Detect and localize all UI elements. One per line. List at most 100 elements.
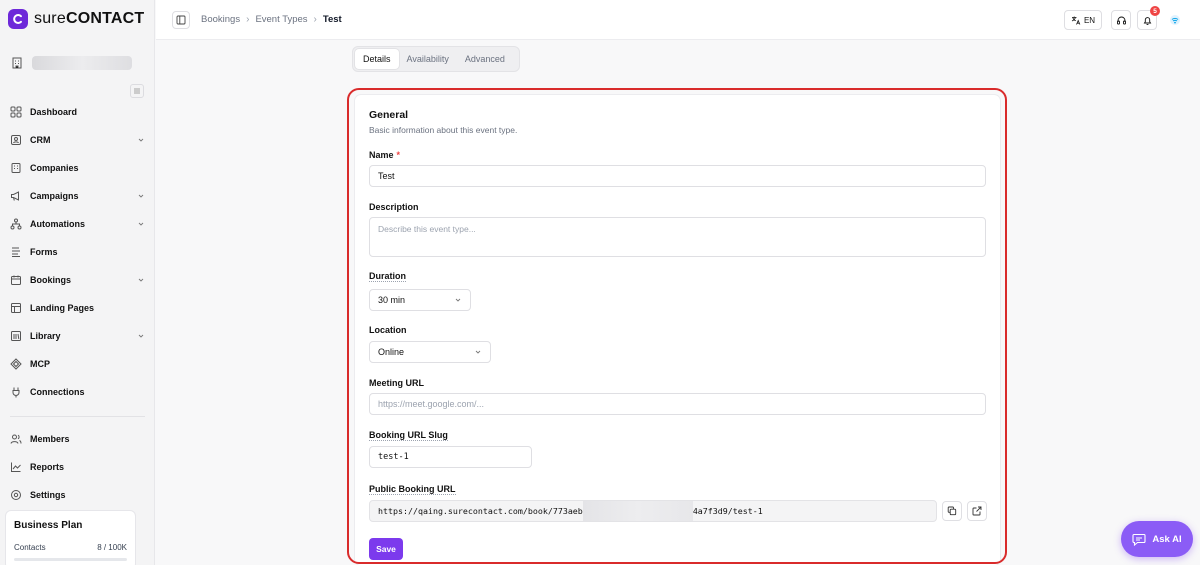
plug-icon <box>10 386 22 398</box>
event-type-tabs: Details Availability Advanced <box>352 46 520 72</box>
sidebar-collapse-button[interactable] <box>130 84 144 98</box>
sidebar-item-label: Reports <box>30 462 65 472</box>
description-textarea[interactable]: Describe this event type... <box>369 217 986 257</box>
meeting-url-label: Meeting URL <box>369 378 424 388</box>
sidebar-item-label: MCP <box>30 359 50 369</box>
workflow-icon <box>10 218 22 230</box>
chevron-down-icon <box>137 220 145 228</box>
brand-logo[interactable]: sureCONTACT <box>8 9 144 29</box>
tab-availability[interactable]: Availability <box>399 49 457 69</box>
library-icon <box>10 330 22 342</box>
tab-details[interactable]: Details <box>355 49 399 69</box>
user-avatar[interactable] <box>1167 12 1183 28</box>
chevron-down-icon <box>474 348 482 356</box>
calendar-icon <box>10 274 22 286</box>
contact-card-icon <box>10 134 22 146</box>
chevron-down-icon <box>137 276 145 284</box>
sidebar-item-label: Members <box>30 434 70 444</box>
public-booking-url-field: https://qaing.surecontact.com/book/773ae… <box>369 500 937 522</box>
required-marker: * <box>396 150 401 160</box>
sidebar-item-landing-pages[interactable]: Landing Pages <box>0 294 155 322</box>
chat-bubble-icon <box>1132 533 1146 546</box>
support-button[interactable] <box>1111 10 1131 30</box>
copy-icon <box>947 506 957 516</box>
sidebar-item-connections[interactable]: Connections <box>0 378 155 406</box>
meeting-url-input[interactable]: https://meet.google.com/... <box>369 393 986 415</box>
gear-icon <box>10 489 22 501</box>
duration-label: Duration <box>369 271 406 282</box>
chevron-right-icon: › <box>246 14 250 25</box>
open-url-button[interactable] <box>967 501 987 521</box>
workspace-switcher[interactable] <box>10 50 146 76</box>
breadcrumb-event-types[interactable]: Event Types <box>255 14 307 25</box>
sidebar-item-reports[interactable]: Reports <box>0 453 155 481</box>
sidebar-item-dashboard[interactable]: Dashboard <box>0 98 155 126</box>
sidebar-item-library[interactable]: Library <box>0 322 155 350</box>
building-icon <box>10 162 22 174</box>
chevron-down-icon <box>454 296 462 304</box>
ask-ai-label: Ask AI <box>1152 533 1182 545</box>
plan-contacts-label: Contacts <box>14 543 46 552</box>
sidebar-item-mcp[interactable]: MCP <box>0 350 155 378</box>
sidebar-item-crm[interactable]: CRM <box>0 126 155 154</box>
sidebar-item-companies[interactable]: Companies <box>0 154 155 182</box>
toggle-sidebar-button[interactable] <box>172 11 190 29</box>
tab-advanced[interactable]: Advanced <box>457 49 513 69</box>
building-icon <box>10 56 24 70</box>
sidebar-item-label: Forms <box>30 247 58 257</box>
plan-usage-row: Contacts 8 / 100K <box>14 543 127 552</box>
sidebar-item-label: Automations <box>30 219 85 229</box>
location-select[interactable]: Online <box>369 341 491 363</box>
sidebar-item-members[interactable]: Members <box>0 425 155 453</box>
general-settings-card: General Basic information about this eve… <box>355 95 1000 565</box>
public-url-suffix: 4a7f3d9/test-1 <box>692 506 763 516</box>
layout-icon <box>10 302 22 314</box>
breadcrumb-current: Test <box>322 14 342 25</box>
headset-icon <box>1116 15 1127 26</box>
sidebar-item-bookings[interactable]: Bookings <box>0 266 155 294</box>
notification-count-badge: 5 <box>1150 6 1160 16</box>
bell-icon <box>1142 15 1153 26</box>
section-title: General <box>369 109 409 121</box>
external-link-icon <box>972 506 982 516</box>
booking-url-slug-label: Booking URL Slug <box>369 430 448 441</box>
avatar-icon <box>1169 14 1181 26</box>
sidebar-item-label: Settings <box>30 490 66 500</box>
notifications-button[interactable]: 5 <box>1137 6 1160 30</box>
sidebar-item-label: Connections <box>30 387 85 397</box>
sidebar-divider <box>10 416 145 417</box>
users-icon <box>10 433 22 445</box>
duration-select[interactable]: 30 min <box>369 289 471 311</box>
name-label: Name * <box>369 150 401 160</box>
chevron-down-icon <box>137 332 145 340</box>
sidebar-item-campaigns[interactable]: Campaigns <box>0 182 155 210</box>
name-input[interactable]: Test <box>369 165 986 187</box>
collapse-icon <box>133 87 141 95</box>
sidebar-item-label: Landing Pages <box>30 303 95 313</box>
megaphone-icon <box>10 190 22 202</box>
copy-url-button[interactable] <box>942 501 962 521</box>
panel-icon <box>176 15 186 25</box>
plan-contacts-value: 8 / 100K <box>97 543 127 552</box>
plan-title: Business Plan <box>14 520 83 531</box>
dashboard-icon <box>10 106 22 118</box>
plan-usage-bar <box>14 558 127 561</box>
sidebar-item-forms[interactable]: Forms <box>0 238 155 266</box>
chevron-right-icon: › <box>313 14 317 25</box>
section-subtitle: Basic information about this event type. <box>369 125 518 135</box>
sidebar-item-settings[interactable]: Settings <box>0 481 155 509</box>
language-button[interactable]: EN <box>1064 10 1102 30</box>
workspace-name-redacted <box>32 56 132 70</box>
save-button[interactable]: Save <box>369 538 403 560</box>
public-url-redacted-segment <box>582 501 693 521</box>
plan-card: Business Plan Contacts 8 / 100K <box>5 510 136 565</box>
sidebar-item-automations[interactable]: Automations <box>0 210 155 238</box>
sidebar-nav: Dashboard CRM Companies Campaigns Automa… <box>0 98 155 509</box>
public-booking-url-label: Public Booking URL <box>369 484 456 495</box>
breadcrumb-bookings[interactable]: Bookings <box>201 14 240 25</box>
sidebar-item-label: Companies <box>30 163 79 173</box>
booking-url-slug-input[interactable]: test-1 <box>369 446 532 468</box>
public-url-prefix: https://qaing.surecontact.com/book/773ae… <box>378 506 583 516</box>
chevron-down-icon <box>137 192 145 200</box>
ask-ai-button[interactable]: Ask AI <box>1121 521 1193 557</box>
